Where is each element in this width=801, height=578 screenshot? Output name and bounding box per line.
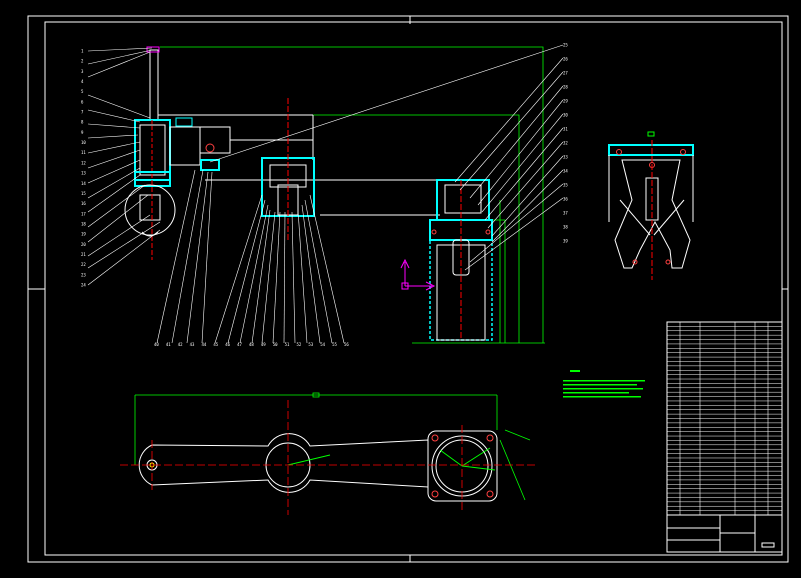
balloon-label: 22 xyxy=(81,262,86,267)
gripper-view xyxy=(608,131,694,280)
balloon-label: 54 xyxy=(320,342,325,347)
balloon-label: 33 xyxy=(563,155,568,160)
balloon-label: 42 xyxy=(178,342,183,347)
balloon-label: 50 xyxy=(273,342,278,347)
balloon-label: 27 xyxy=(563,71,568,76)
technical-notes xyxy=(563,370,645,398)
balloon-label: 6 xyxy=(81,99,84,104)
balloon-label: 26 xyxy=(563,57,568,62)
balloon-label: 14 xyxy=(81,181,86,186)
balloon-label: 19 xyxy=(81,232,86,237)
balloon-label: 52 xyxy=(297,342,302,347)
balloon-label: 34 xyxy=(563,169,568,174)
arm-outline xyxy=(138,433,429,493)
balloon-label: 30 xyxy=(563,113,568,118)
balloon-label: 4 xyxy=(81,79,84,84)
balloon-label: 7 xyxy=(81,110,84,115)
balloon-label: 21 xyxy=(81,252,86,257)
balloon-label: 41 xyxy=(166,342,171,347)
balloon-label: 11 xyxy=(81,150,86,155)
cad-drawing: 123456789101112131415161718192021222324 … xyxy=(27,15,789,563)
balloon-label: 8 xyxy=(81,120,84,125)
top-view xyxy=(120,392,535,515)
balloon-label: 12 xyxy=(81,160,86,165)
leader-lines-bottom xyxy=(156,169,345,344)
right-column xyxy=(429,179,493,341)
balloon-label: 55 xyxy=(332,342,337,347)
balloon-label: 35 xyxy=(563,183,568,188)
balloon-label: 44 xyxy=(202,342,207,347)
balloon-label: 25 xyxy=(563,43,568,48)
balloon-label: 15 xyxy=(81,191,86,196)
balloon-label: 36 xyxy=(563,197,568,202)
balloon-label: 32 xyxy=(563,141,568,146)
balloon-labels-bottom: 40 41 42 43 44 45 46 47 48 49 50 51 52 53 54 55 56 xyxy=(154,342,349,347)
title-block xyxy=(666,321,783,553)
balloon-label: 13 xyxy=(81,171,86,176)
balloon-label: 1 xyxy=(81,49,84,54)
balloon-label: 53 xyxy=(308,342,313,347)
base-assembly xyxy=(134,117,231,187)
balloon-label: 29 xyxy=(563,99,568,104)
balloon-label: 51 xyxy=(285,342,290,347)
vertical-post xyxy=(149,49,159,121)
front-view xyxy=(87,44,564,344)
balloon-label: 23 xyxy=(81,272,86,277)
balloon-label: 37 xyxy=(563,211,568,216)
balloon-labels-left: 123456789101112131415161718192021222324 xyxy=(81,49,86,288)
middle-joint xyxy=(261,98,315,240)
inner-border xyxy=(44,21,783,556)
balloon-label: 3 xyxy=(81,69,84,74)
balloon-label: 18 xyxy=(81,221,86,226)
balloon-label: 45 xyxy=(213,342,218,347)
balloon-labels-right: 25 26 27 28 29 30 31 32 33 34 35 36 37 38 39 xyxy=(563,43,568,244)
base-circle-detail xyxy=(124,180,176,260)
balloon-label: 47 xyxy=(237,342,242,347)
balloon-label: 10 xyxy=(81,140,86,145)
balloon-label: 17 xyxy=(81,211,86,216)
balloon-label: 20 xyxy=(81,242,86,247)
balloon-label: 31 xyxy=(563,127,568,132)
dimension-lines xyxy=(160,46,545,344)
balloon-label: 28 xyxy=(563,85,568,90)
balloon-label: 48 xyxy=(249,342,254,347)
balloon-label: 5 xyxy=(81,89,84,94)
balloon-label: 9 xyxy=(81,130,84,135)
balloon-label: 56 xyxy=(344,342,349,347)
leader-lines-left xyxy=(87,47,161,286)
balloon-label: 39 xyxy=(563,239,568,244)
balloon-label: 38 xyxy=(563,225,568,230)
ucs-axis-icon xyxy=(400,258,436,291)
balloon-label: 43 xyxy=(190,342,195,347)
balloon-label: 2 xyxy=(81,59,84,64)
balloon-label: 16 xyxy=(81,201,86,206)
balloon-label: 40 xyxy=(154,342,159,347)
balloon-label: 49 xyxy=(261,342,266,347)
balloon-label: 24 xyxy=(81,283,86,288)
balloon-label: 46 xyxy=(225,342,230,347)
